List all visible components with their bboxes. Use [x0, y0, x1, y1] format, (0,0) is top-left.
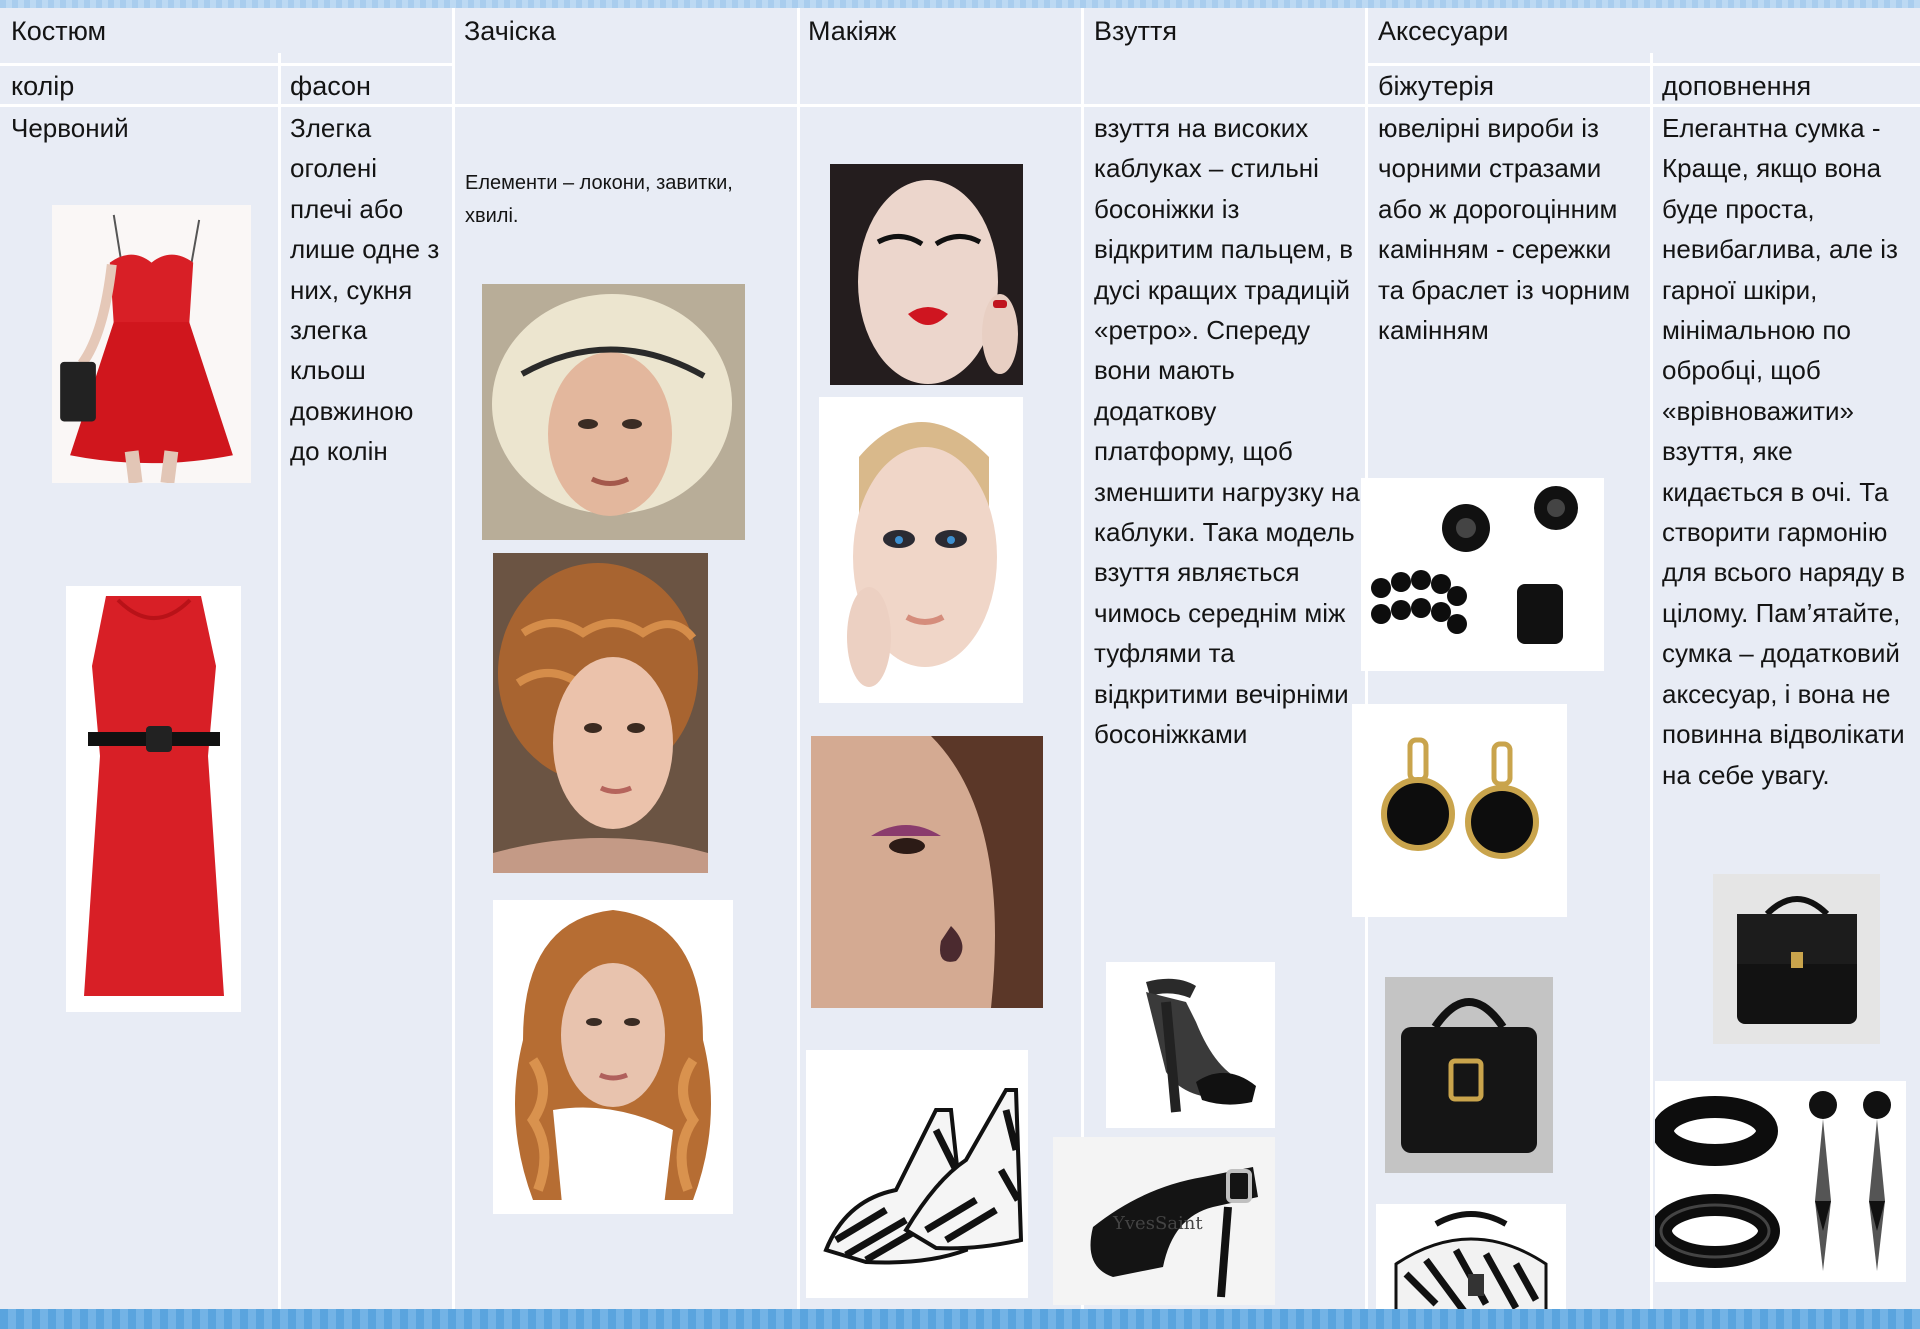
black-sandal-photo-2: YvesSaint: [1053, 1137, 1275, 1305]
bottom-decor-band: [0, 1309, 1920, 1329]
header-hairstyle: Зачіска: [464, 16, 556, 46]
cell-style: Злегка оголені плечі або лише одне з них…: [290, 113, 440, 467]
makeup-photo-2: [819, 397, 1023, 703]
cell-color: Червоний: [11, 113, 129, 143]
black-sandal-photo-1: [1106, 962, 1275, 1128]
makeup-photo-1: [830, 164, 1023, 385]
grid-line: [1081, 8, 1084, 1309]
black-jewelry-photo-2: [1655, 1081, 1906, 1282]
header-costume: Костюм: [11, 16, 107, 46]
header-makeup: Макіяж: [808, 16, 897, 46]
red-sheath-dress-photo: [66, 586, 241, 1012]
subheader-extras: доповнення: [1662, 71, 1812, 101]
subheader-jewelry: біжутерія: [1378, 71, 1495, 101]
hairstyle-photo-2: [493, 553, 708, 873]
header-accessories: Аксесуари: [1378, 16, 1509, 46]
grid-line: [278, 53, 281, 1309]
grid-line: [0, 63, 452, 66]
subheader-style: фасон: [290, 71, 371, 101]
subheader-color: колір: [11, 71, 75, 101]
makeup-photo-3: [811, 736, 1043, 1008]
gold-earrings-photo: [1352, 704, 1567, 917]
black-jewelry-photo-1: [1361, 478, 1604, 671]
black-handbag-photo-2: [1713, 874, 1880, 1044]
black-handbag-photo-1: [1385, 977, 1553, 1173]
cell-jewelry: ювелірні вироби із чорними стразами або …: [1378, 113, 1631, 346]
cell-extras: Елегантна сумка - Краще, якщо вона буде …: [1662, 113, 1906, 790]
grid-line: [797, 8, 800, 1309]
red-dress-photo: [52, 205, 251, 483]
grid-line: [0, 104, 1920, 107]
cell-shoes: взуття на високих каблуках – стильні бос…: [1094, 113, 1360, 750]
header-shoes: Взуття: [1094, 16, 1177, 46]
zebra-heels-photo: [806, 1050, 1028, 1298]
grid-line: [1365, 63, 1920, 66]
hairstyle-photo-3: [493, 900, 733, 1214]
top-decor-band: [0, 0, 1920, 8]
grid-line: [1650, 53, 1653, 1309]
svg-text:YvesSaint: YvesSaint: [1112, 1213, 1203, 1234]
hairstyle-photo-1: [482, 284, 745, 540]
grid-line: [452, 8, 455, 1309]
cell-hairstyle: Елементи – локони, завитки, хвилі.: [465, 172, 733, 227]
